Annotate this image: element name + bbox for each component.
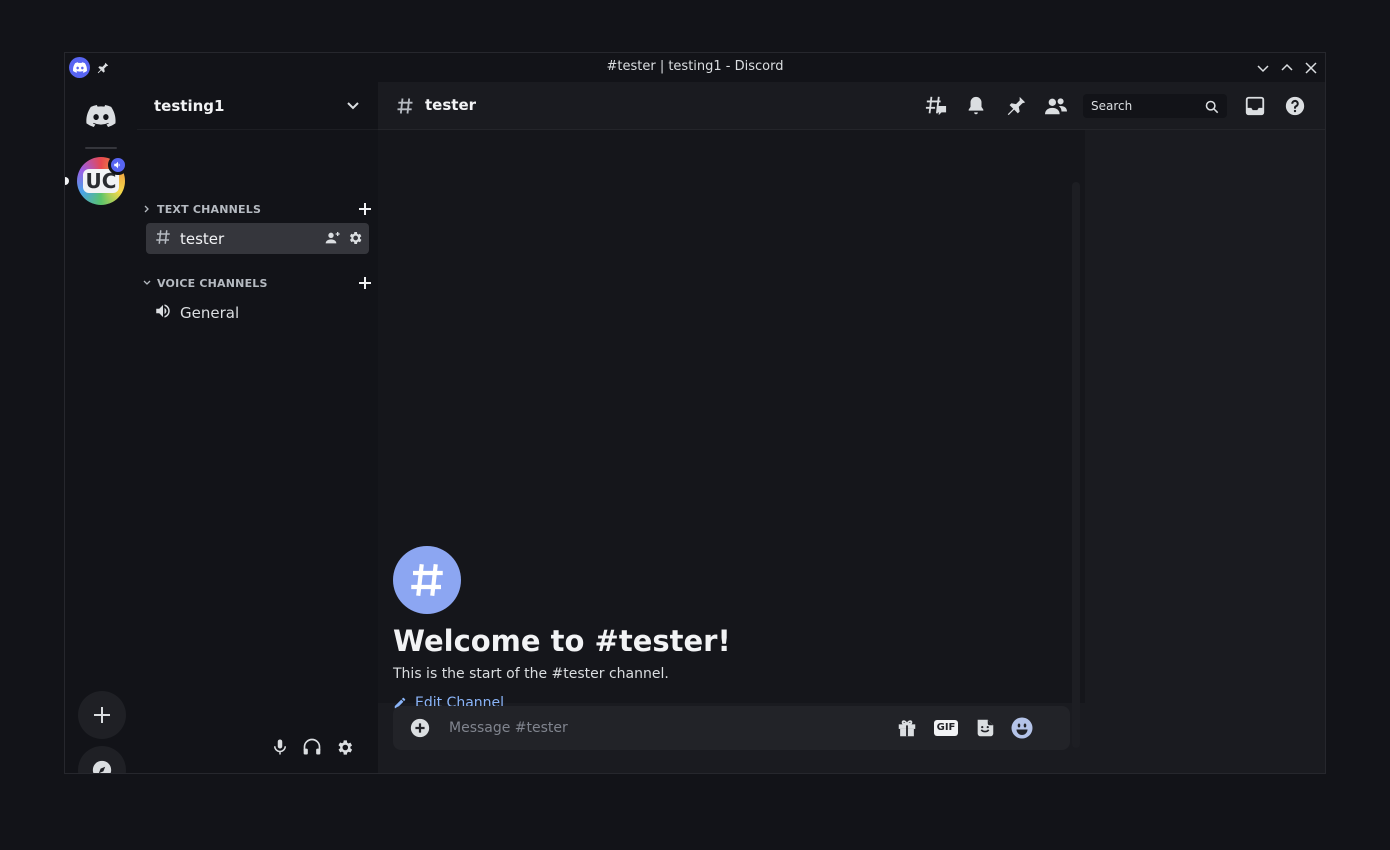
settings-gear-icon[interactable] [332, 735, 356, 759]
channel-name: General [180, 303, 240, 322]
title-bar: #tester | testing1 - Discord [65, 53, 1325, 82]
chevron-down-icon [141, 279, 153, 287]
speaker-icon [108, 155, 128, 175]
message-input[interactable] [447, 706, 897, 750]
category-voice-channels[interactable]: VOICE CHANNELS [141, 274, 373, 292]
message-composer: GIF [393, 706, 1070, 750]
hashtag-icon [393, 546, 461, 614]
hashtag-icon [154, 228, 172, 250]
compass-icon[interactable] [78, 746, 126, 773]
discord-window: #tester | testing1 - Discord UC testing1… [64, 52, 1326, 774]
emoji-icon[interactable] [1010, 717, 1034, 739]
message-list[interactable]: Welcome to #tester! This is the start of… [378, 130, 1085, 748]
chevron-up-icon[interactable] [1280, 60, 1294, 74]
help-icon[interactable] [1284, 95, 1306, 117]
create-channel-icon[interactable] [357, 275, 373, 291]
discord-home-icon[interactable] [78, 93, 124, 139]
server-selected-indicator [65, 177, 69, 185]
server-name: testing1 [154, 96, 225, 115]
chevron-down-icon [346, 99, 360, 117]
channel-sidebar: testing1 TEXT CHANNELS tester VOICE CHAN… [137, 82, 378, 773]
speaker-icon [154, 302, 172, 324]
invite-member-icon[interactable] [325, 230, 341, 250]
gif-label: GIF [933, 720, 959, 736]
server-divider [85, 147, 117, 149]
category-label: VOICE CHANNELS [157, 276, 268, 290]
chat-area: tester Search Welcome to #tester! This i… [378, 82, 1325, 773]
pinned-messages-icon[interactable] [1005, 95, 1027, 117]
search-box[interactable] [1083, 94, 1227, 118]
scrollbar[interactable] [1072, 182, 1080, 748]
server-header[interactable]: testing1 [137, 82, 378, 130]
create-channel-icon[interactable] [357, 201, 373, 217]
close-icon[interactable] [1304, 60, 1318, 74]
welcome-subtitle: This is the start of the #tester channel… [393, 666, 669, 682]
category-label: TEXT CHANNELS [157, 202, 262, 216]
headphones-icon[interactable] [300, 735, 324, 759]
threads-icon[interactable] [925, 95, 947, 117]
channel-welcome: Welcome to #tester! This is the start of… [393, 546, 731, 711]
plus-icon[interactable] [78, 691, 126, 739]
inbox-icon[interactable] [1244, 95, 1266, 117]
chat-header: tester [378, 82, 1325, 130]
add-attachment-icon[interactable] [409, 717, 431, 739]
chevron-down-icon[interactable] [1256, 60, 1270, 74]
channel-actions [325, 230, 363, 250]
welcome-title: Welcome to #tester! [393, 624, 731, 658]
channel-name: tester [180, 229, 225, 248]
channel-item-general[interactable]: General [146, 297, 369, 328]
notification-bell-icon[interactable] [965, 95, 987, 117]
window-title: #tester | testing1 - Discord [606, 59, 784, 74]
microphone-icon[interactable] [268, 735, 292, 759]
search-icon [1205, 99, 1219, 118]
server-rail: UC [65, 82, 137, 773]
chevron-right-icon [141, 205, 153, 213]
channel-title: tester [425, 96, 477, 114]
hashtag-icon [395, 96, 415, 120]
member-list-icon[interactable] [1044, 95, 1067, 117]
settings-gear-icon[interactable] [347, 230, 363, 250]
channel-item-tester[interactable]: tester [146, 223, 369, 254]
user-controls [137, 719, 378, 773]
member-list-panel [1086, 130, 1325, 773]
gif-icon[interactable]: GIF [933, 717, 959, 739]
gift-icon[interactable] [895, 717, 919, 739]
category-text-channels[interactable]: TEXT CHANNELS [141, 200, 373, 218]
sticker-icon[interactable] [973, 717, 997, 739]
